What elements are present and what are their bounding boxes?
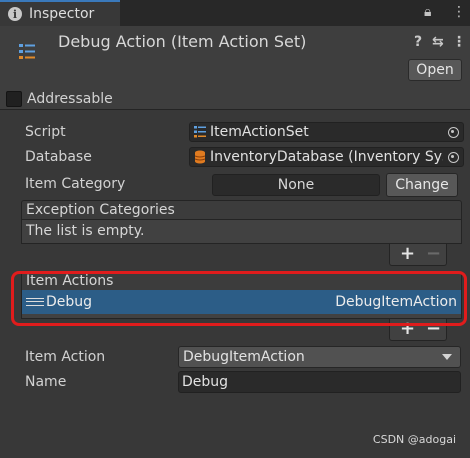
item-action-dropdown[interactable]: DebugItemAction	[178, 346, 461, 368]
tab-bar: i Inspector 🔒︎ ⋮	[0, 0, 470, 26]
item-category-label: Item Category	[25, 176, 126, 192]
presets-icon[interactable]: ⇆	[432, 34, 444, 50]
database-icon	[194, 150, 206, 164]
inspector-title: Debug Action (Item Action Set)	[58, 32, 307, 51]
add-icon[interactable]: +	[400, 319, 415, 339]
lock-icon[interactable]: 🔒︎	[424, 4, 431, 20]
database-value: InventoryDatabase (Inventory Sys	[210, 149, 443, 165]
list-item[interactable]: Debug DebugItemAction	[22, 290, 461, 314]
exception-categories-body: The list is empty.	[21, 220, 462, 244]
drag-handle-icon[interactable]	[26, 298, 44, 306]
dropdown-arrow-icon	[442, 354, 452, 360]
item-action-name: Debug	[46, 294, 93, 310]
inspector-body: Script ItemActionSet Database InventoryD…	[0, 112, 470, 458]
item-action-label: Item Action	[25, 349, 106, 365]
addressable-row: Addressable	[0, 86, 113, 112]
database-field[interactable]: InventoryDatabase (Inventory Sys	[189, 147, 464, 167]
item-actions-header[interactable]: Item Actions	[21, 271, 462, 291]
script-field[interactable]: ItemActionSet	[189, 122, 464, 142]
object-picker-icon[interactable]	[443, 123, 463, 141]
remove-icon[interactable]: −	[426, 319, 441, 339]
object-picker-icon[interactable]	[443, 148, 463, 166]
name-field[interactable]: Debug	[178, 371, 461, 393]
add-icon[interactable]: +	[400, 244, 415, 264]
context-menu-icon[interactable]: ⋮	[452, 34, 466, 50]
change-button[interactable]: Change	[386, 173, 458, 197]
remove-icon: −	[426, 243, 442, 264]
database-label: Database	[25, 149, 92, 165]
list-empty-text: The list is empty.	[26, 223, 145, 239]
tab-menu-icon[interactable]: ⋮	[452, 4, 466, 20]
exception-categories-footer: + −	[389, 244, 447, 266]
script-asset-icon	[194, 126, 206, 138]
script-value: ItemActionSet	[210, 124, 309, 140]
item-action-type: DebugItemAction	[335, 294, 457, 310]
addressable-label: Addressable	[27, 91, 113, 107]
info-icon: i	[8, 7, 22, 21]
watermark: CSDN @adogai	[372, 433, 456, 446]
script-label: Script	[25, 124, 66, 140]
tab-inspector-label: Inspector	[29, 6, 95, 22]
item-action-dropdown-value: DebugItemAction	[183, 349, 305, 365]
name-label: Name	[25, 374, 67, 390]
item-action-set-icon	[19, 44, 35, 59]
item-actions-footer: + −	[389, 319, 447, 341]
item-category-value: None	[212, 174, 380, 196]
open-button[interactable]: Open	[408, 59, 462, 81]
addressable-checkbox[interactable]	[6, 91, 22, 107]
name-value: Debug	[182, 374, 229, 390]
help-icon[interactable]: ?	[414, 34, 422, 50]
tab-inspector[interactable]: i Inspector	[0, 0, 120, 26]
exception-categories-header[interactable]: Exception Categories	[21, 200, 462, 220]
